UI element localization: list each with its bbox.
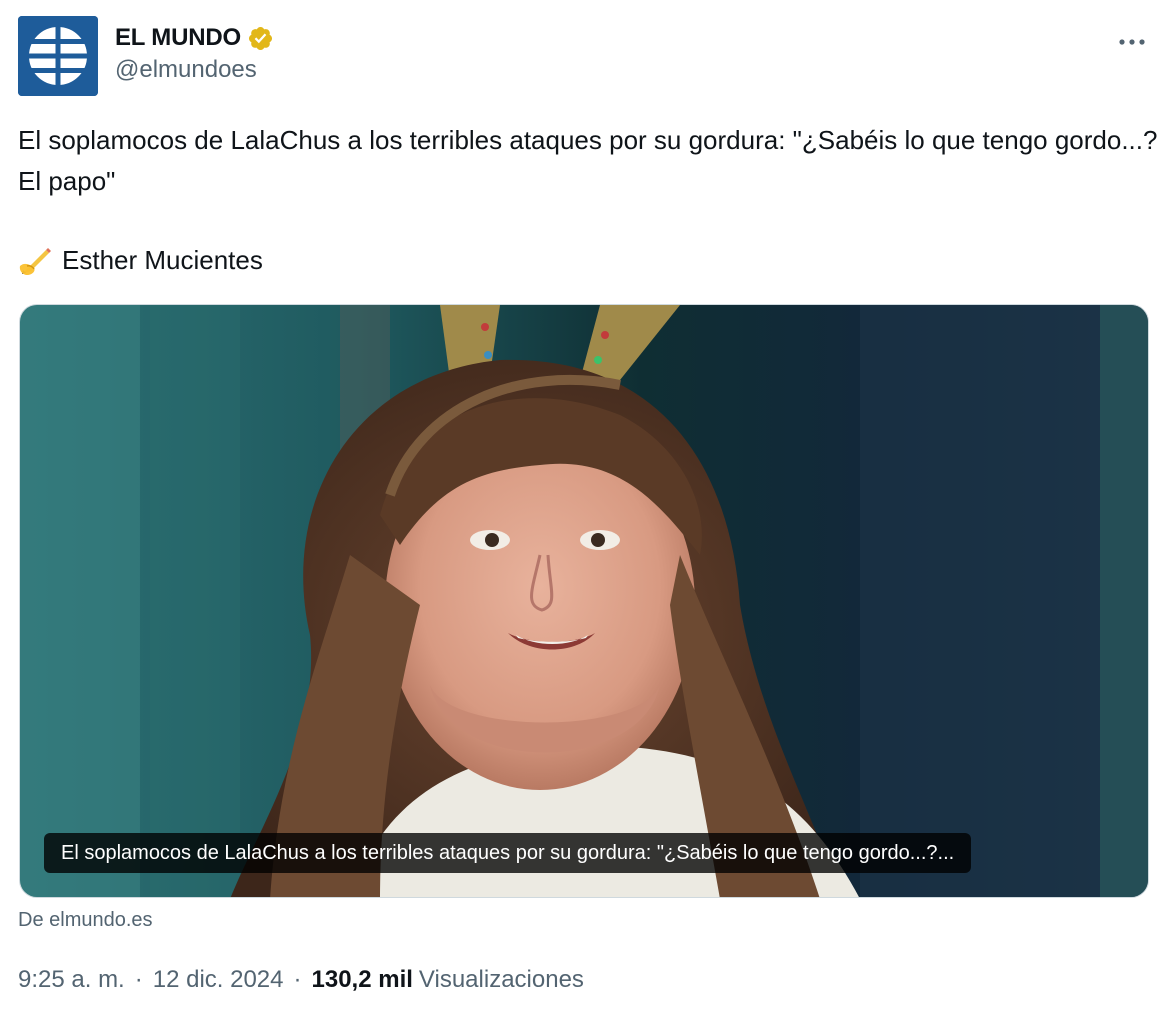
tweet-text: El soplamocos de LalaChus a los terrible… — [18, 125, 1165, 196]
handle[interactable]: @elmundoes — [115, 56, 274, 84]
meta-separator: · — [134, 966, 143, 993]
video-caption: El soplamocos de LalaChus a los terrible… — [44, 833, 972, 873]
link-source[interactable]: De elmundo.es — [18, 906, 153, 934]
tweet-meta: 9:25 a. m. · 12 dic. 2024 · 130,2 mil Vi… — [18, 962, 584, 998]
timestamp-time[interactable]: 9:25 a. m. — [18, 962, 125, 998]
avatar[interactable] — [18, 16, 98, 96]
more-horizontal-icon[interactable] — [1114, 30, 1150, 54]
el-mundo-globe-logo-icon — [18, 16, 98, 96]
meta-separator: · — [293, 966, 302, 993]
verified-badge-icon[interactable] — [247, 25, 274, 52]
byline: Esther Mucientes — [18, 240, 263, 281]
timestamp-date[interactable]: 12 dic. 2024 — [153, 962, 284, 998]
author-names: EL MUNDO @elmundoes — [115, 24, 274, 84]
views-label: Visualizaciones — [418, 966, 584, 993]
views-count: 130,2 mil — [311, 966, 413, 993]
media-card[interactable]: El soplamocos de LalaChus a los terrible… — [19, 304, 1149, 898]
byline-name: Esther Mucientes — [62, 245, 263, 275]
writing-hand-icon — [18, 244, 52, 278]
tweet-header: EL MUNDO @elmundoes — [18, 16, 1150, 96]
video-thumbnail — [20, 305, 1148, 897]
display-name[interactable]: EL MUNDO — [115, 24, 241, 52]
